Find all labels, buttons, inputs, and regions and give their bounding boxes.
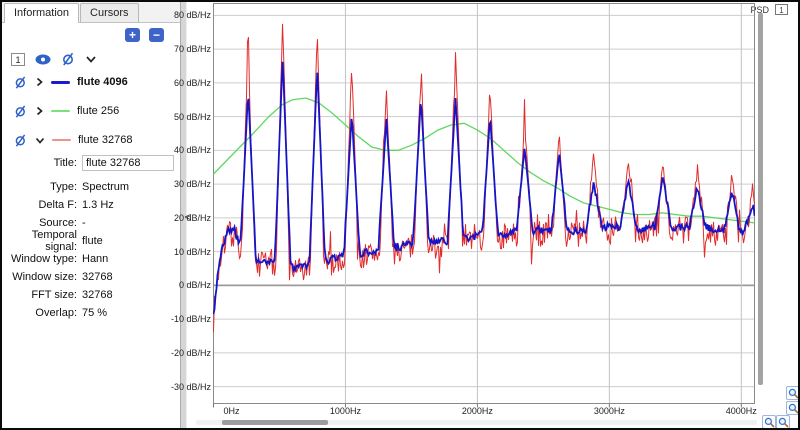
eye-icon[interactable] <box>34 53 52 66</box>
plot-canvas[interactable] <box>213 3 755 409</box>
x-zoom-in-button[interactable] <box>762 415 776 428</box>
title-input[interactable] <box>82 155 174 171</box>
chevron-down-icon[interactable] <box>85 54 97 64</box>
field-row: Delta F: 1.3 Hz <box>2 196 180 214</box>
y-axis-tick-label: -10 dB/Hz <box>170 314 211 325</box>
remove-button[interactable]: − <box>149 28 164 42</box>
field-label: Title: <box>53 157 77 169</box>
y-axis-tick-label: 30 dB/Hz <box>173 179 211 190</box>
field-value: 75 % <box>82 307 108 319</box>
field-label: Delta F: <box>38 199 77 211</box>
field-row: Title: <box>2 153 180 173</box>
chart-index-badge[interactable]: 1 <box>775 4 788 15</box>
y-axis-tick-label: 40 dB/Hz <box>173 145 211 156</box>
field-value: 32768 <box>82 271 113 283</box>
x-axis-tick-label: 1000Hz <box>329 406 361 416</box>
y-axis-tick-label: 50 dB/Hz <box>173 111 211 122</box>
field-value: Spectrum <box>82 181 130 193</box>
y-axis-tick-label: -20 dB/Hz <box>170 347 211 358</box>
field-label: Type: <box>50 181 77 193</box>
vertical-scrollbar-thumb[interactable] <box>758 13 763 385</box>
visibility-toolbar: 1 <box>11 51 97 67</box>
legend-item-label: flute 4096 <box>77 76 128 88</box>
y-axis-tick-label: 70 dB/Hz <box>173 44 211 55</box>
field-label: Window type: <box>10 253 77 265</box>
psd-chart-region: PSD 1 80 dB/Hz 70 dB/Hz 60 dB/Hz 50 dB/Hz 40… <box>171 2 798 428</box>
index-badge[interactable]: 1 <box>11 52 25 66</box>
field-label: FFT size: <box>31 289 77 301</box>
field-value: Hann <box>82 253 109 265</box>
field-label: Overlap: <box>35 307 77 319</box>
tab-information[interactable]: Information <box>4 3 80 23</box>
field-label: Source: <box>39 217 77 229</box>
app-window: Information Cursors + − 1 flute 4096 flut… <box>0 0 800 430</box>
y-axis-tick-label: -30 dB/Hz <box>170 381 211 392</box>
legend-item-label: flute 32768 <box>78 134 133 146</box>
y-axis-tick-label: 0 dB/Hz <box>178 280 211 291</box>
y-zoom-in-button[interactable] <box>786 386 798 400</box>
chevron-right-icon[interactable] <box>35 106 44 116</box>
y-axis-tick-label: 80 dB/Hz <box>173 10 211 21</box>
legend-color-line <box>51 80 70 84</box>
field-value: flute <box>82 235 103 247</box>
add-button[interactable]: + <box>125 28 140 42</box>
collapse-panel-button[interactable]: < <box>181 207 195 227</box>
field-value: 32768 <box>82 289 113 301</box>
legend-color-line <box>51 110 70 112</box>
field-label: Window size: <box>12 271 77 283</box>
x-axis-tick-label: 0Hz <box>223 406 240 416</box>
field-value: - <box>82 217 86 229</box>
legend-color-line <box>52 139 71 141</box>
add-remove-row: + − <box>2 28 164 42</box>
horizontal-scrollbar-thumb[interactable] <box>222 420 328 425</box>
chevron-down-icon[interactable] <box>35 136 45 145</box>
y-zoom-out-button[interactable] <box>786 401 798 415</box>
y-axis-tick-label: 60 dB/Hz <box>173 77 211 88</box>
legend-item-label: flute 256 <box>77 105 120 117</box>
eye-off-icon[interactable] <box>14 133 28 147</box>
x-axis-tick-label: 3000Hz <box>593 406 625 416</box>
tab-cursors[interactable]: Cursors <box>80 3 139 22</box>
eye-off-icon[interactable] <box>61 52 76 66</box>
eye-off-icon[interactable] <box>14 104 28 118</box>
eye-off-icon[interactable] <box>14 75 28 89</box>
x-axis-tick-label: 2000Hz <box>461 406 493 416</box>
x-zoom-out-button[interactable] <box>776 415 790 428</box>
y-axis-tick-label: 10 dB/Hz <box>173 246 211 257</box>
field-label: Temporal signal: <box>31 229 77 253</box>
vertical-scrollbar[interactable] <box>758 13 763 385</box>
field-value: 1.3 Hz <box>82 199 114 211</box>
horizontal-scrollbar[interactable] <box>196 420 757 425</box>
chevron-right-icon[interactable] <box>35 77 44 87</box>
